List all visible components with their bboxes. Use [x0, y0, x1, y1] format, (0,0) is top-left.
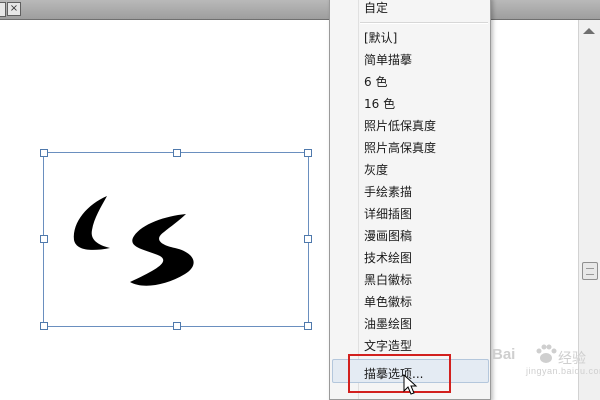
menu-item-bw-logo[interactable]: 黑白徽标 [364, 272, 412, 288]
menu-item-photo-low-fidelity[interactable]: 照片低保真度 [364, 118, 436, 134]
resize-handle-bottom-right[interactable] [304, 322, 312, 330]
baidu-jingyan-watermark: Bai 经验 jingyan.baidu.com [492, 340, 600, 380]
resize-handle-top-right[interactable] [304, 149, 312, 157]
highlight-callout-box [348, 354, 451, 393]
menu-item-technical-drawing[interactable]: 技术绘图 [364, 250, 412, 266]
resize-handle-bottom-left[interactable] [40, 322, 48, 330]
resize-handle-bottom[interactable] [173, 322, 181, 330]
paw-icon [536, 344, 557, 363]
menu-item-mono-logo[interactable]: 单色徽标 [364, 294, 412, 310]
watermark-brand: Bai [492, 346, 516, 363]
tracing-preset-menu: 自定 [默认] 简单描摹 6 色 16 色 照片低保真度 照片高保真度 灰度 手… [329, 0, 491, 400]
scroll-up-arrow-icon[interactable] [583, 28, 595, 34]
menu-separator [360, 22, 488, 24]
selection-bounding-box[interactable] [40, 149, 312, 330]
watermark-url: jingyan.baidu.com [526, 366, 600, 376]
menu-item-comic-art[interactable]: 漫画图稿 [364, 228, 412, 244]
menu-item-16-colors[interactable]: 16 色 [364, 96, 395, 112]
scroll-thumb[interactable] [582, 262, 598, 280]
resize-handle-left[interactable] [40, 235, 48, 243]
menu-icon-gutter [358, 0, 359, 399]
menu-item-ink-drawing[interactable]: 油墨绘图 [364, 316, 412, 332]
menu-item-hand-drawn-sketch[interactable]: 手绘素描 [364, 184, 412, 200]
close-tab-icon[interactable]: × [7, 2, 21, 16]
menu-item-default[interactable]: [默认] [364, 30, 397, 46]
menu-item-custom[interactable]: 自定 [364, 0, 388, 16]
menu-item-detailed-illustration[interactable]: 详细插图 [364, 206, 412, 222]
resize-handle-top-left[interactable] [40, 149, 48, 157]
document-tab-bar: × [0, 0, 600, 20]
menu-item-photo-high-fidelity[interactable]: 照片高保真度 [364, 140, 436, 156]
resize-handle-right[interactable] [304, 235, 312, 243]
mouse-pointer-icon [403, 374, 418, 395]
watermark-brand-cn: 经验 [558, 350, 586, 366]
menu-item-6-colors[interactable]: 6 色 [364, 74, 387, 90]
document-tab[interactable] [0, 2, 6, 17]
resize-handle-top[interactable] [173, 149, 181, 157]
menu-item-type-shape[interactable]: 文字造型 [364, 338, 412, 354]
menu-item-grayscale[interactable]: 灰度 [364, 162, 388, 178]
menu-item-simple-trace[interactable]: 简单描摹 [364, 52, 412, 68]
